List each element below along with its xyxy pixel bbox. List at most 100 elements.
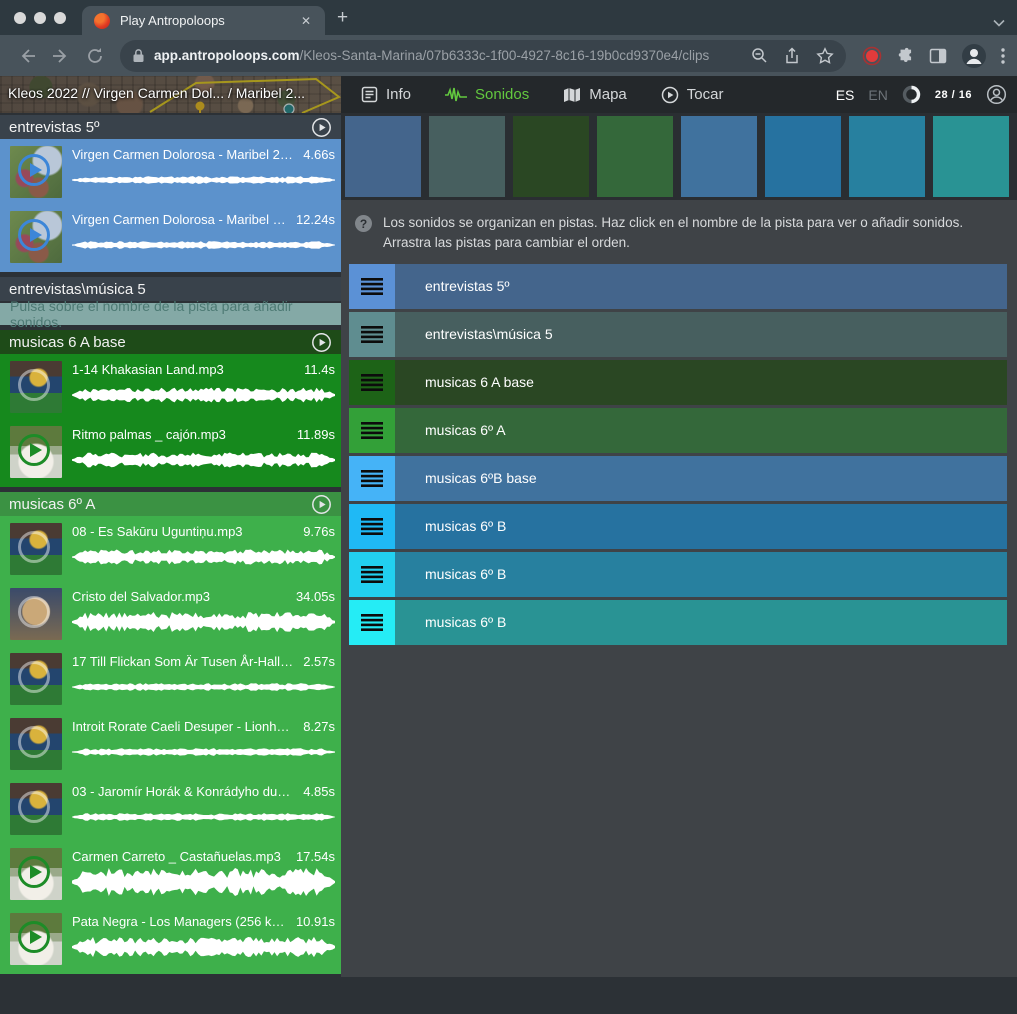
clip-row[interactable]: 1-14 Khakasian Land.mp311.4s [0, 356, 341, 418]
clip-duration: 4.66s [303, 147, 335, 162]
track-section-header[interactable]: musicas 6 A base [0, 330, 341, 354]
clip-thumbnail[interactable] [10, 523, 62, 575]
clip-thumbnail[interactable] [10, 783, 62, 835]
track-name-button[interactable]: musicas 6ºB base [395, 456, 1007, 501]
breadcrumb-map-image[interactable]: Kleos 2022 // Virgen Carmen Dol... / Mar… [0, 76, 341, 113]
track-name-button[interactable]: musicas 6º B [395, 504, 1007, 549]
clip-thumbnail[interactable] [10, 718, 62, 770]
track-section-header[interactable]: musicas 6º A [0, 492, 341, 516]
lang-es-button[interactable]: ES [836, 87, 855, 103]
back-button[interactable] [12, 41, 42, 71]
track-name-button[interactable]: entrevistas 5º [395, 264, 1007, 309]
clip-row[interactable]: Cristo del Salvador.mp334.05s [0, 583, 341, 645]
track-name-button[interactable]: entrevistas\música 5 [395, 312, 1007, 357]
nav-tab-info[interactable]: Info [361, 86, 411, 103]
clip-name: 03 - Jaromír Horák & Konrádyho dudácká .… [72, 784, 295, 799]
clip-play-overlay-icon [18, 531, 50, 563]
new-tab-button[interactable]: + [325, 7, 362, 35]
clip-row[interactable]: Virgen Carmen Dolorosa - Maribel 2.mp312… [0, 206, 341, 268]
clip-play-overlay-icon [18, 596, 50, 628]
sidebar-section: entrevistas\música 5Pulsa sobre el nombr… [0, 277, 341, 325]
sidebar-section: musicas 6 A base 1-14 Khakasian Land.mp31… [0, 330, 341, 487]
track-drag-handle[interactable] [349, 504, 395, 549]
track-drag-handle[interactable] [349, 264, 395, 309]
share-icon[interactable] [784, 47, 800, 65]
clip-name: Pata Negra - Los Managers (256 kbps).mp3 [72, 914, 288, 929]
forward-button[interactable] [46, 41, 76, 71]
clip-row[interactable]: Virgen Carmen Dolorosa - Maribel 2.mp34.… [0, 141, 341, 203]
breadcrumb[interactable]: Kleos 2022 // Virgen Carmen Dol... / Mar… [8, 85, 305, 101]
clip-info: 1-14 Khakasian Land.mp311.4s [72, 361, 335, 413]
clip-thumbnail[interactable] [10, 211, 62, 263]
section-play-button[interactable] [311, 332, 332, 353]
clip-row[interactable]: Pata Negra - Los Managers (256 kbps).mp3… [0, 908, 341, 970]
nav-tab-tocar[interactable]: Tocar [661, 86, 724, 104]
section-play-button[interactable] [311, 494, 332, 515]
track-name-button[interactable]: musicas 6º B [395, 552, 1007, 597]
track-section-header[interactable]: entrevistas 5º [0, 115, 341, 139]
app-nav-tabs: Info Sonidos Mapa Tocar [341, 76, 723, 113]
clip-row[interactable]: Introit Rorate Caeli Desuper - Lionheart… [0, 713, 341, 775]
section-play-button[interactable] [311, 117, 332, 138]
browser-tab[interactable]: Play Antropoloops ✕ [82, 6, 325, 35]
profile-avatar[interactable] [961, 43, 987, 69]
clip-thumbnail[interactable] [10, 361, 62, 413]
nav-tab-sonidos[interactable]: Sonidos [445, 86, 529, 103]
maximize-window-button[interactable] [54, 12, 66, 24]
zoom-out-icon[interactable] [751, 47, 768, 64]
clip-thumbnail[interactable] [10, 426, 62, 478]
track-color-swatch [849, 116, 925, 197]
track-section-name: musicas 6 A base [9, 334, 311, 351]
bookmark-star-icon[interactable] [816, 47, 834, 65]
track-color-swatch [765, 116, 841, 197]
clip-play-overlay-icon [18, 219, 50, 251]
play-triangle-icon [30, 163, 42, 177]
clip-play-overlay-icon [18, 921, 50, 953]
record-extension-icon[interactable] [862, 46, 882, 66]
track-name-button[interactable]: musicas 6º B [395, 600, 1007, 645]
lang-en-button[interactable]: EN [868, 87, 887, 103]
nav-tab-mapa[interactable]: Mapa [563, 86, 627, 103]
info-icon [361, 86, 378, 103]
clip-duration: 11.4s [304, 362, 335, 377]
track-drag-handle[interactable] [349, 600, 395, 645]
tab-search-chevron-icon[interactable] [993, 19, 1005, 27]
clip-info: Introit Rorate Caeli Desuper - Lionheart… [72, 718, 335, 770]
track-drag-handle[interactable] [349, 360, 395, 405]
clips-sidebar: entrevistas 5ºVirgen Carmen Dolorosa - M… [0, 113, 341, 977]
clip-row[interactable]: 08 - Es Sakūru Uguntiņu.mp39.76s [0, 518, 341, 580]
track-drag-handle[interactable] [349, 408, 395, 453]
clip-row[interactable]: Carmen Carreto _ Castañuelas.mp317.54s [0, 843, 341, 905]
nav-right-group: ES EN 28 / 16 [836, 76, 1017, 113]
account-icon[interactable] [986, 84, 1007, 105]
clip-row[interactable]: 03 - Jaromír Horák & Konrádyho dudácká .… [0, 778, 341, 840]
track-drag-handle[interactable] [349, 312, 395, 357]
reload-button[interactable] [80, 41, 110, 71]
play-triangle-icon [30, 930, 42, 944]
clip-name: Introit Rorate Caeli Desuper - Lionheart… [72, 719, 295, 734]
clip-row[interactable]: 17 Till Flickan Som Är Tusen År-Halling … [0, 648, 341, 710]
tab-close-icon[interactable]: ✕ [295, 12, 317, 30]
track-drag-handle[interactable] [349, 552, 395, 597]
extensions-puzzle-icon[interactable] [896, 46, 915, 65]
minimize-window-button[interactable] [34, 12, 46, 24]
clip-title-row: Carmen Carreto _ Castañuelas.mp317.54s [72, 849, 335, 864]
address-bar[interactable]: app.antropoloops.com/Kleos-Santa-Marina/… [120, 40, 846, 72]
clip-row[interactable]: Ritmo palmas _ cajón.mp311.89s [0, 421, 341, 483]
clip-info: Cristo del Salvador.mp334.05s [72, 588, 335, 640]
track-name-button[interactable]: musicas 6º A [395, 408, 1007, 453]
side-panel-icon[interactable] [929, 47, 947, 65]
track-color-swatch [933, 116, 1009, 197]
clip-thumbnail[interactable] [10, 848, 62, 900]
track-name-button[interactable]: musicas 6 A base [395, 360, 1007, 405]
clip-thumbnail[interactable] [10, 146, 62, 198]
clip-name: 17 Till Flickan Som Är Tusen År-Halling … [72, 654, 295, 669]
close-window-button[interactable] [14, 12, 26, 24]
clip-thumbnail[interactable] [10, 913, 62, 965]
menu-kebab-icon[interactable] [1001, 48, 1005, 64]
clip-thumbnail[interactable] [10, 653, 62, 705]
clip-thumbnail[interactable] [10, 588, 62, 640]
clip-waveform [72, 380, 335, 410]
clip-info: Virgen Carmen Dolorosa - Maribel 2.mp312… [72, 211, 335, 263]
track-drag-handle[interactable] [349, 456, 395, 501]
